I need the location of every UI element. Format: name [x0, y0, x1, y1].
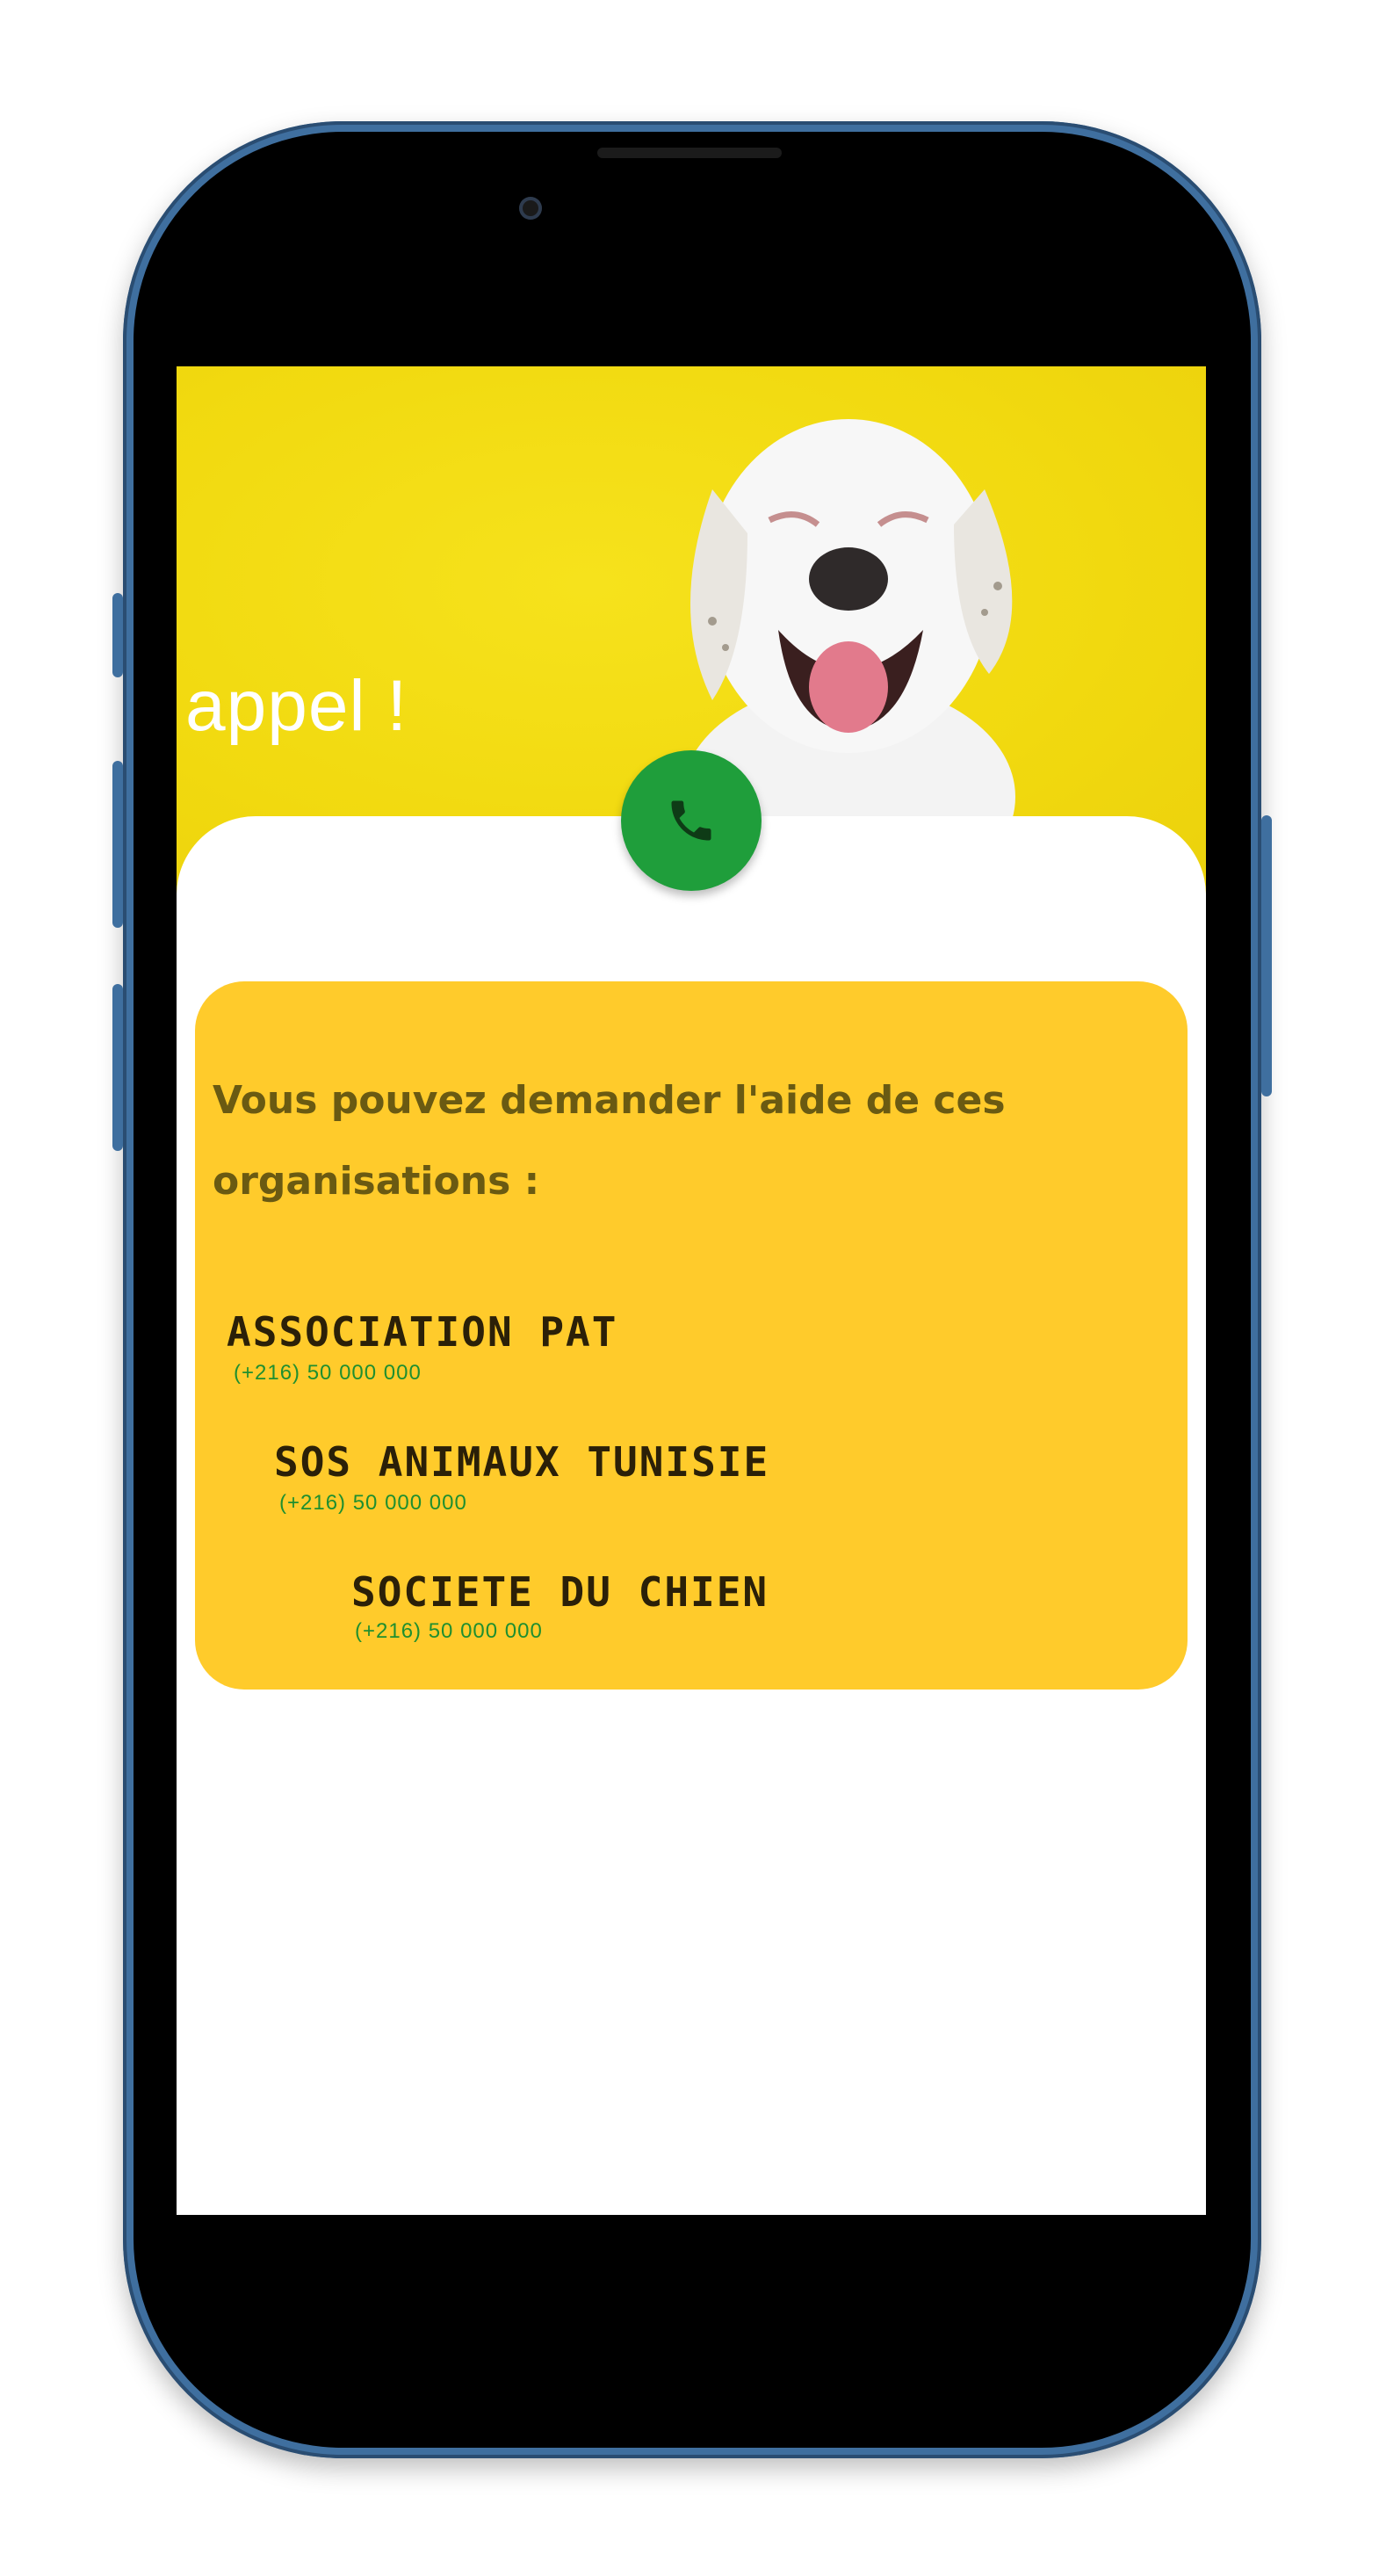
- front-camera-icon: [519, 197, 542, 220]
- org-phone[interactable]: (+216) 50 000 000: [355, 1619, 543, 1644]
- org-name[interactable]: SOCIETE DU CHIEN: [351, 1568, 769, 1616]
- organizations-panel: Vous pouvez demander l'aide de ces organ…: [195, 981, 1188, 1690]
- org-name[interactable]: ASSOCIATION PAT: [227, 1308, 617, 1356]
- power-button: [1261, 815, 1272, 1096]
- hero-title: appel !: [185, 666, 408, 746]
- intro-text: Vous pouvez demander l'aide de ces organ…: [213, 1078, 1006, 1204]
- phone-icon: [671, 800, 711, 841]
- mute-switch: [112, 593, 123, 677]
- volume-down-button: [112, 984, 123, 1151]
- org-name[interactable]: SOS ANIMAUX TUNISIE: [274, 1438, 769, 1486]
- call-button[interactable]: [621, 750, 762, 891]
- org-phone[interactable]: (+216) 50 000 000: [279, 1491, 467, 1516]
- app-screen: appel ! Vous pouvez demander l'aide de c…: [177, 366, 1206, 2215]
- org-phone[interactable]: (+216) 50 000 000: [234, 1361, 422, 1386]
- volume-up-button: [112, 761, 123, 928]
- earpiece-speaker: [597, 148, 782, 158]
